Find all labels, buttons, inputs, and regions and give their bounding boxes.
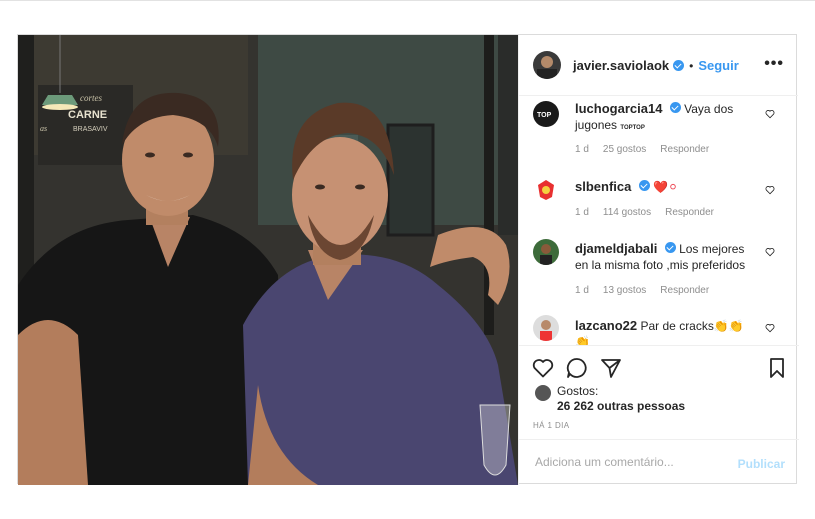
comment-body: slbenfica ❤️⚪ xyxy=(575,179,755,195)
comment-meta: 1 d 25 gostos Responder xyxy=(575,144,709,155)
reply-button[interactable]: Responder xyxy=(665,207,714,218)
verified-icon xyxy=(673,60,685,71)
separator-dot: • xyxy=(689,58,694,73)
svg-text:as: as xyxy=(40,124,47,133)
comment-meta: 1 d 13 gostos Responder xyxy=(575,285,709,296)
comment-meta: 1 d 114 gostos Responder xyxy=(575,207,714,218)
post-header: javier.saviolaok • Seguir ••• xyxy=(519,35,798,96)
publish-button[interactable]: Publicar xyxy=(738,457,785,471)
heart-icon[interactable] xyxy=(765,323,775,333)
heart-icon[interactable] xyxy=(765,185,775,195)
heart-icon[interactable] xyxy=(531,356,555,380)
post-time[interactable]: HÁ 1 DIA xyxy=(533,421,570,430)
likes-label: Gostos: xyxy=(557,384,599,398)
comment-likes[interactable]: 13 gostos xyxy=(603,285,646,296)
comment-likes[interactable]: 25 gostos xyxy=(603,144,646,155)
comment-body: djameldjabali Los mejores en la misma fo… xyxy=(575,241,755,273)
top-divider xyxy=(0,0,815,1)
author-username[interactable]: javier.saviolaok xyxy=(573,58,669,73)
photo-illustration: cortes CARNE BRASAVIV as xyxy=(18,35,518,485)
post-photo[interactable]: cortes CARNE BRASAVIV as xyxy=(18,35,518,485)
instagram-post: cortes CARNE BRASAVIV as javier.saviolao… xyxy=(17,34,799,486)
svg-text:BRASAVIV: BRASAVIV xyxy=(73,126,108,133)
commenter-avatar[interactable]: TOP xyxy=(533,101,559,127)
comment-input[interactable] xyxy=(533,454,727,470)
verified-icon xyxy=(664,242,676,253)
commenter-avatar[interactable] xyxy=(533,177,559,203)
svg-text:cortes: cortes xyxy=(80,93,102,103)
reply-button[interactable]: Responder xyxy=(660,144,709,155)
comment-text: ❤️⚪ xyxy=(653,180,679,194)
comment-icon[interactable] xyxy=(565,356,589,380)
verified-icon xyxy=(669,102,681,113)
author-info: javier.saviolaok • Seguir xyxy=(573,58,739,73)
comment-age: 1 d xyxy=(575,285,589,296)
liker-avatar[interactable] xyxy=(535,385,551,401)
post-actions xyxy=(519,345,799,386)
commenter-username[interactable]: djameldjabali xyxy=(575,241,657,256)
commenter-avatar[interactable] xyxy=(533,315,559,341)
comment-extra: TOPTOP xyxy=(620,125,645,131)
verified-icon xyxy=(638,180,650,191)
comment-body: lazcano22 Par de cracks👏👏👏 xyxy=(575,318,755,345)
more-icon[interactable]: ••• xyxy=(764,55,784,73)
comments-list[interactable]: TOP luchogarcia14 Vaya dos jugones TOPTO… xyxy=(519,95,799,345)
likes-count[interactable]: 26 262 outras pessoas xyxy=(557,399,685,413)
svg-text:TOP: TOP xyxy=(537,112,552,119)
svg-text:CARNE: CARNE xyxy=(68,109,107,121)
follow-button[interactable]: Seguir xyxy=(698,58,738,73)
commenter-username[interactable]: luchogarcia14 xyxy=(575,101,662,116)
heart-icon[interactable] xyxy=(765,247,775,257)
bookmark-icon[interactable] xyxy=(765,356,789,380)
comment-body: luchogarcia14 Vaya dos jugones TOPTOP xyxy=(575,101,755,136)
commenter-avatar[interactable] xyxy=(533,239,559,265)
reply-button[interactable]: Responder xyxy=(660,285,709,296)
post-sidebar: javier.saviolaok • Seguir ••• TOP luchog… xyxy=(518,35,799,486)
comment-age: 1 d xyxy=(575,144,589,155)
comment-age: 1 d xyxy=(575,207,589,218)
add-comment-bar: Publicar xyxy=(519,439,799,486)
heart-icon[interactable] xyxy=(765,109,775,119)
commenter-username[interactable]: lazcano22 xyxy=(575,318,637,333)
share-icon[interactable] xyxy=(599,356,623,380)
author-avatar[interactable] xyxy=(533,51,561,79)
comment-likes[interactable]: 114 gostos xyxy=(603,207,651,218)
commenter-username[interactable]: slbenfica xyxy=(575,179,631,194)
